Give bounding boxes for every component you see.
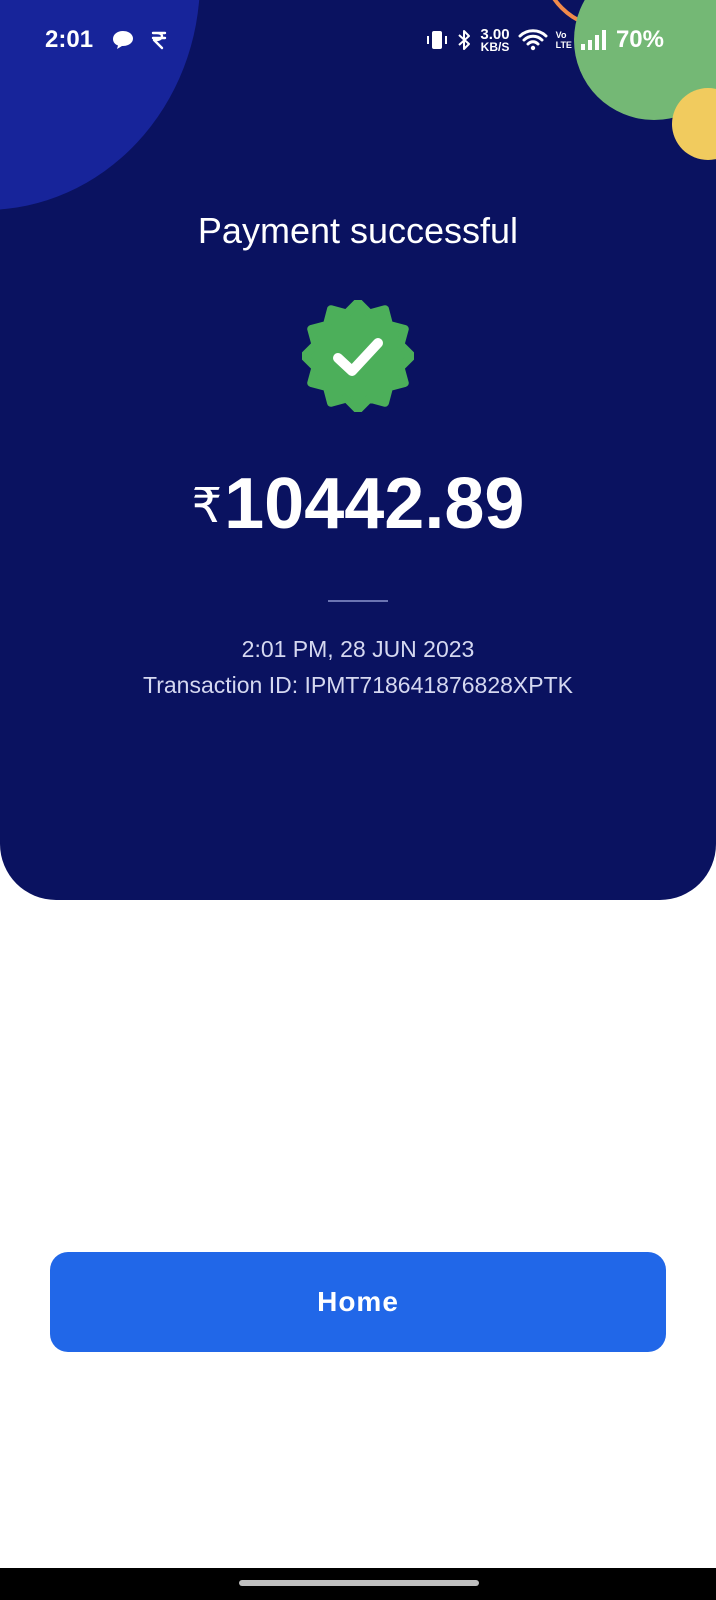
signal-icon: [580, 30, 606, 50]
vibrate-icon: [427, 31, 448, 49]
speed-unit: KB/S: [480, 40, 510, 54]
network-speed: 3.00 KB/S: [480, 27, 509, 53]
volte-indicator: Vo LTE: [556, 30, 572, 50]
battery-level: 70%: [615, 26, 664, 53]
amount-value: 10442.89: [224, 464, 525, 544]
transaction-datetime: 2:01 PM, 28 JUN 2023: [241, 636, 475, 662]
volte-bottom: LTE: [555, 40, 572, 50]
system-navigation-bar: [0, 1568, 716, 1600]
chat-bubble-icon: [113, 31, 133, 49]
rupee-icon: [151, 31, 167, 50]
status-bar: 2:01 3.00 KB/S Vo LTE 70%: [0, 20, 716, 64]
transaction-id: Transaction ID: IPMT718641876828XPTK: [143, 672, 573, 698]
success-check-badge-icon: [302, 300, 414, 412]
gesture-handle[interactable]: [239, 1580, 479, 1586]
wifi-icon: [518, 29, 548, 51]
payment-status-title: Payment successful: [197, 210, 519, 251]
payment-amount: ₹10442.89: [0, 462, 716, 549]
currency-symbol: ₹: [191, 480, 223, 533]
success-header-panel: Payment successful ₹10442.89 2:01 PM, 28…: [0, 0, 716, 900]
home-button[interactable]: Home: [50, 1252, 666, 1352]
volte-top: Vo: [555, 30, 567, 40]
status-time: 2:01: [45, 26, 94, 53]
bluetooth-icon: [458, 30, 471, 50]
divider: [328, 600, 388, 602]
